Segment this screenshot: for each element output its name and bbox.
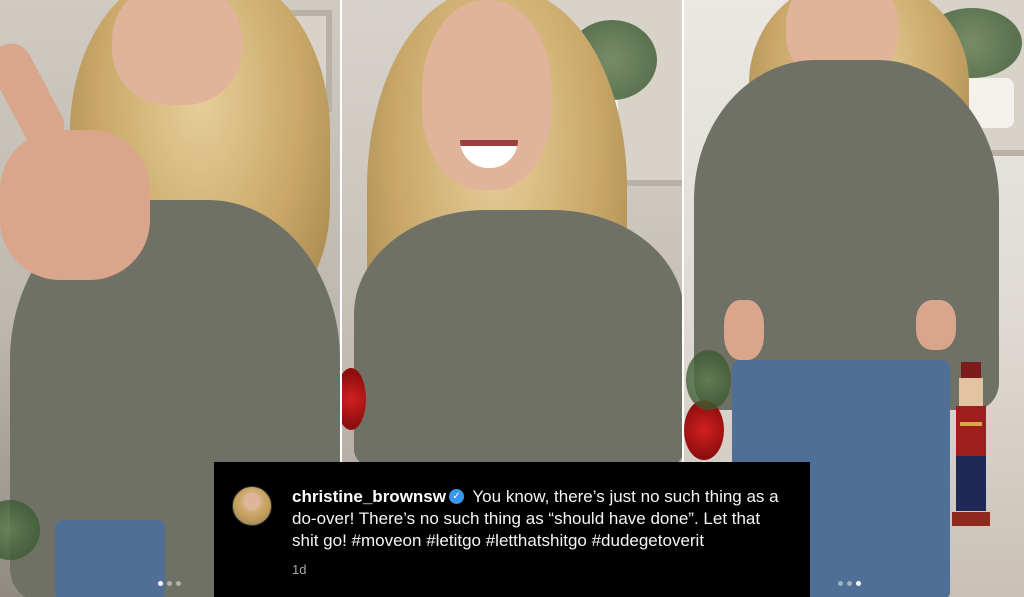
shirt-shape [354,210,682,470]
carousel-dot [856,581,861,586]
collage: christine_brownsw ✓ You know, there’s jus… [0,0,1024,597]
hand-shape [0,130,150,280]
plant-shape [686,350,731,410]
caption-paragraph: christine_brownsw ✓ You know, there’s jus… [292,486,790,552]
jeans-shape [55,520,165,597]
carousel-dot [167,581,172,586]
avatar[interactable] [232,486,272,526]
face-shape [112,0,242,105]
carousel-dots-left [158,581,181,586]
carousel-dot [176,581,181,586]
verified-badge-icon: ✓ [448,489,464,505]
carousel-dot [847,581,852,586]
hand-shape [916,300,956,350]
caption-body: christine_brownsw ✓ You know, there’s jus… [292,486,790,597]
username-link[interactable]: christine_brownsw [292,487,446,506]
carousel-dots-right [838,581,861,586]
hand-shape [724,300,764,360]
post-caption-card: christine_brownsw ✓ You know, there’s jus… [214,462,810,597]
finger-shape [0,36,72,154]
nutcracker-figure [952,362,990,526]
carousel-dot [838,581,843,586]
carousel-dot [158,581,163,586]
post-timestamp[interactable]: 1d [292,562,790,577]
